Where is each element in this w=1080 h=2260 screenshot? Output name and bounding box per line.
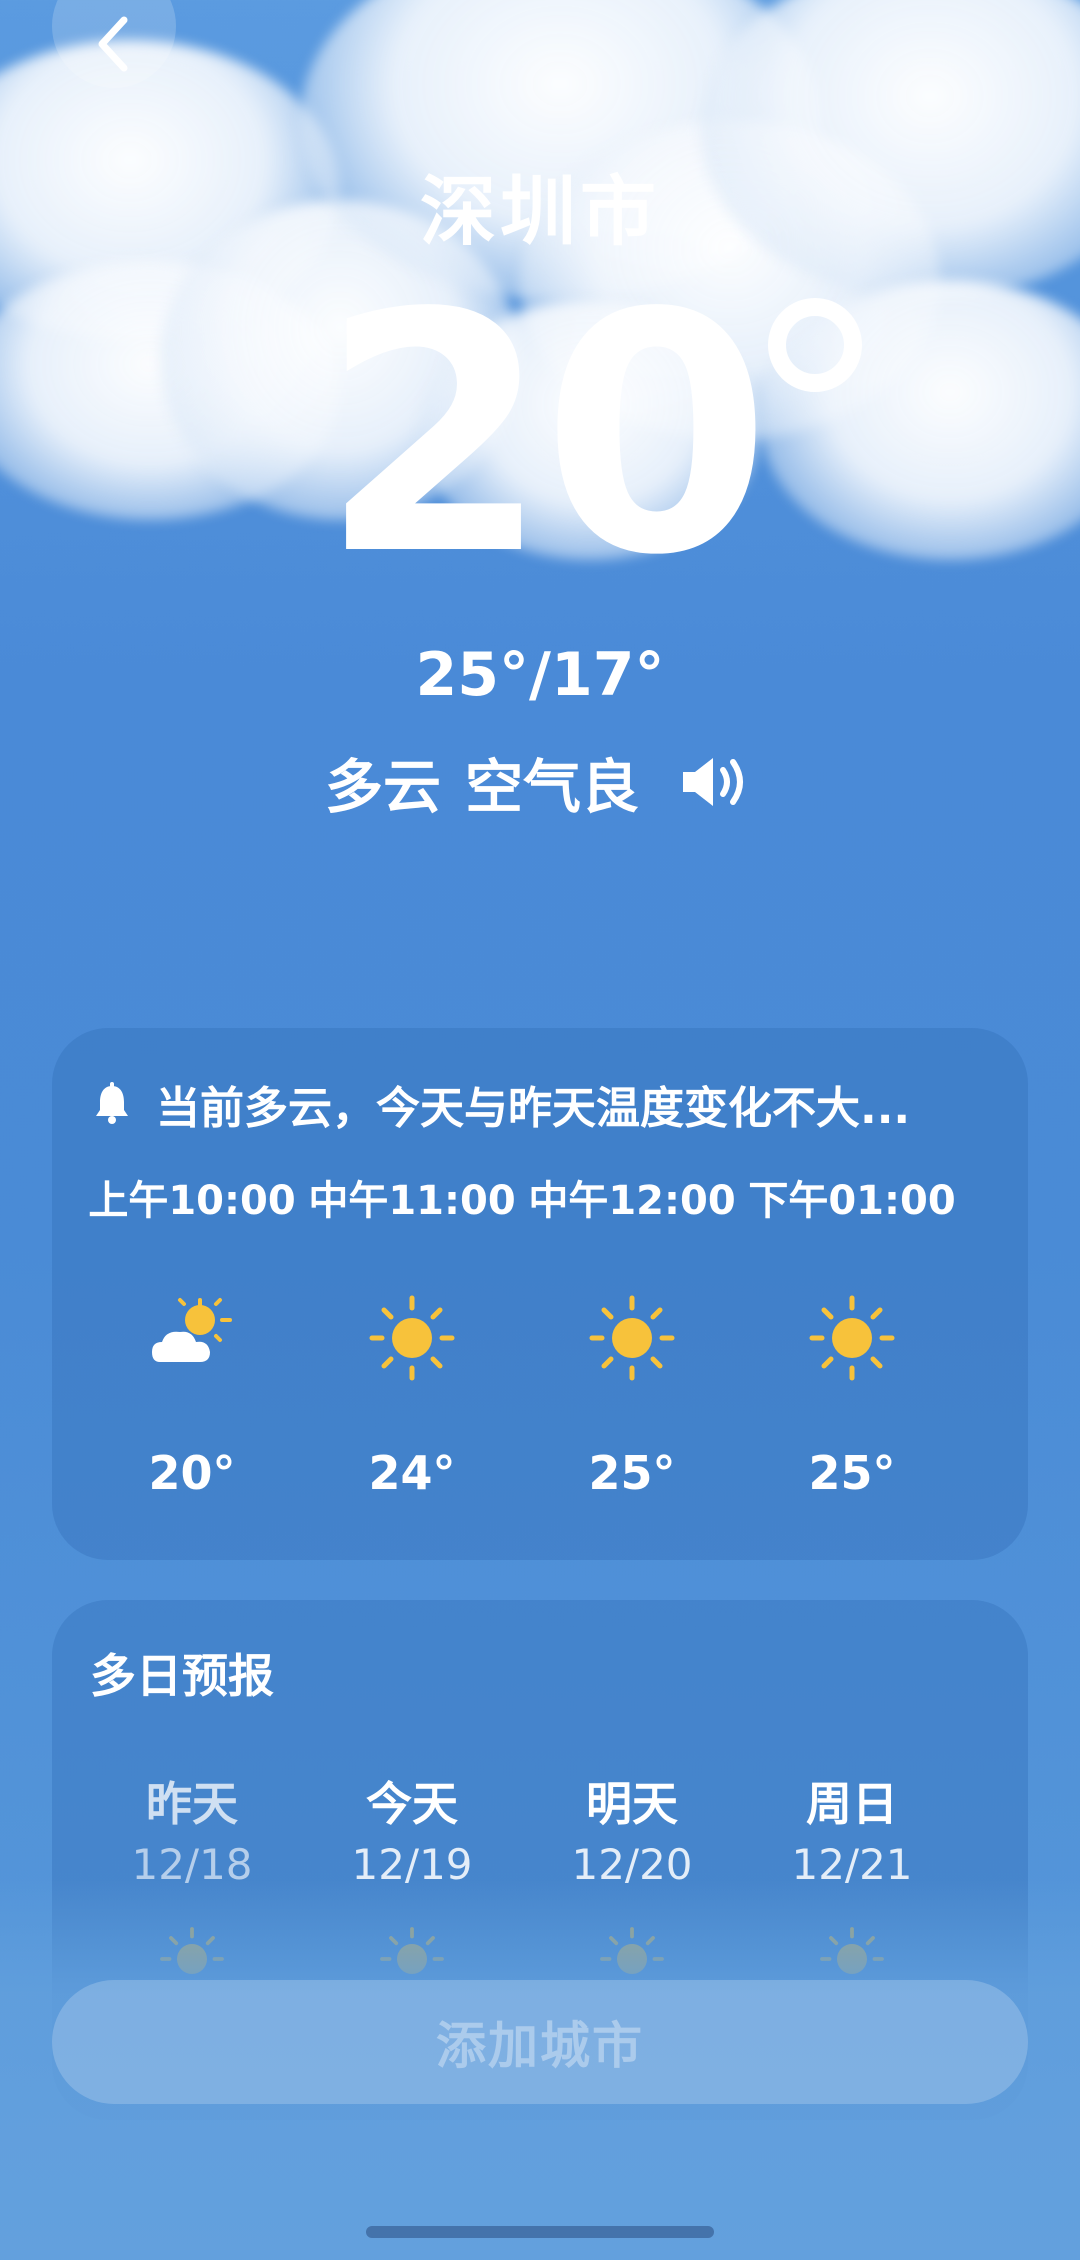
- hour-time: 上午10:00: [88, 1178, 296, 1224]
- hour-temperature: 24°: [368, 1446, 456, 1500]
- sunny-icon: [809, 1295, 895, 1381]
- hour-time: 中午11:00: [308, 1178, 516, 1224]
- day-name: 今天: [366, 1777, 458, 1831]
- hour-time: 下午01:00: [748, 1178, 956, 1224]
- sunny-icon: [589, 1295, 675, 1381]
- day-name: 明天: [586, 1777, 678, 1831]
- hour-item[interactable]: 中午12:00 25°: [522, 1168, 742, 1500]
- hour-temperature: 25°: [588, 1446, 676, 1500]
- hour-temperature: 20°: [148, 1446, 236, 1500]
- hourly-list: 上午10:00 20° 中午11:00 24° 中午12:00 25° 下午01…: [52, 1168, 1028, 1500]
- hour-item[interactable]: 下午01:00 25°: [742, 1168, 962, 1500]
- add-city-button[interactable]: 添加城市: [52, 1980, 1028, 2104]
- high-low-temperature: 25°/17°: [415, 640, 665, 710]
- sunny-icon: [369, 1295, 455, 1381]
- speaker-icon[interactable]: [679, 752, 755, 812]
- hour-temperature: 25°: [808, 1446, 896, 1500]
- home-indicator[interactable]: [366, 2226, 714, 2238]
- hour-item[interactable]: 中午11:00 24°: [302, 1168, 522, 1500]
- hour-time: 中午12:00: [528, 1178, 736, 1224]
- hourly-forecast-card[interactable]: 当前多云，今天与昨天温度变化不大... 上午10:00 20° 中午11:00: [52, 1028, 1028, 1560]
- partly-cloudy-icon: [152, 1298, 232, 1362]
- condition-row: 多云 空气良: [0, 740, 1080, 824]
- current-temperature: 20: [320, 243, 771, 627]
- day-name: 昨天: [146, 1777, 238, 1831]
- bell-icon: [96, 1082, 128, 1124]
- degree-symbol-icon: [768, 298, 862, 392]
- hour-item[interactable]: 上午10:00 20°: [82, 1168, 302, 1500]
- daily-forecast-title: 多日预报: [90, 1649, 274, 1703]
- weather-alert[interactable]: 当前多云，今天与昨天温度变化不大...: [92, 1072, 1012, 1136]
- weather-condition: 多云: [324, 753, 441, 821]
- air-quality[interactable]: 空气良: [465, 740, 639, 824]
- chevron-left-icon: [98, 16, 128, 72]
- alert-text: 当前多云，今天与昨天温度变化不大...: [156, 1083, 911, 1134]
- day-name: 周日: [806, 1777, 898, 1831]
